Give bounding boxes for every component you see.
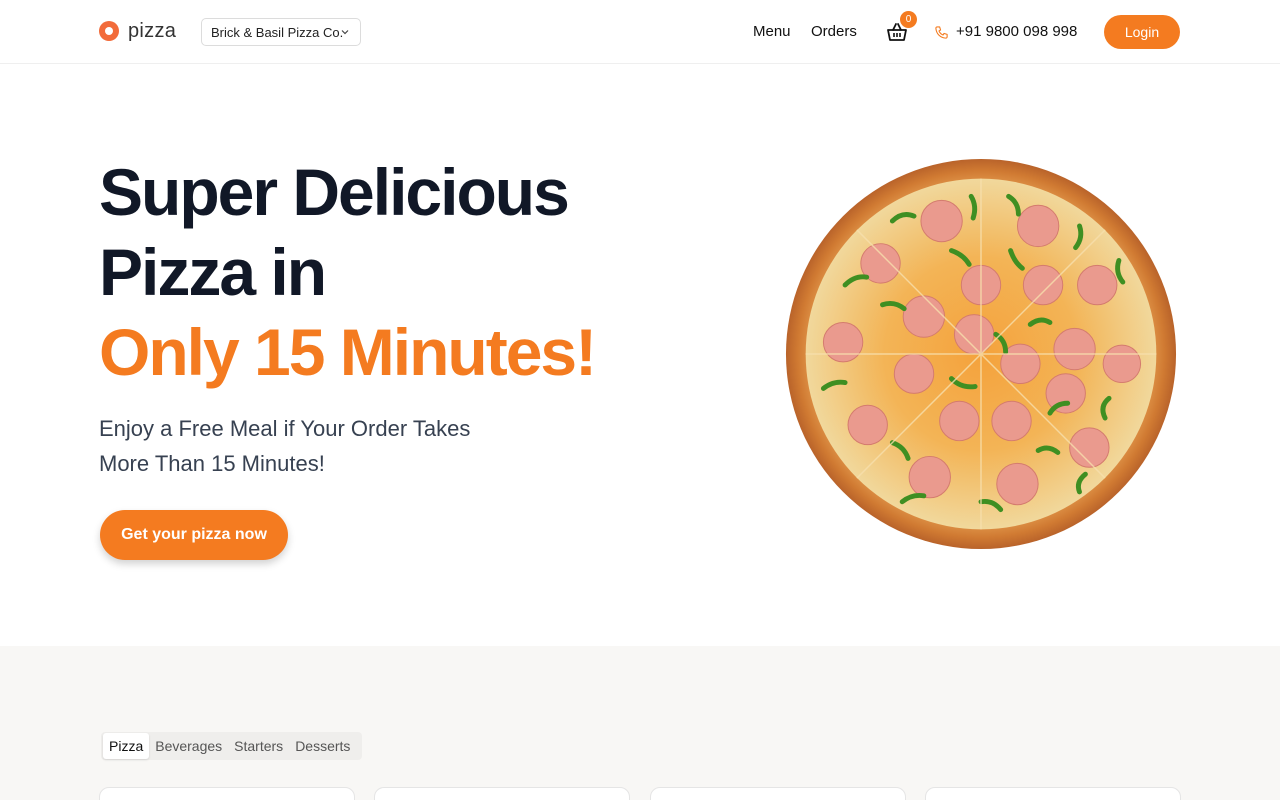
cart-count-badge: 0 xyxy=(900,11,917,28)
hero-subtitle-line-2: More Than 15 Minutes! xyxy=(99,451,325,476)
hero-subtitle: Enjoy a Free Meal if Your Order Takes Mo… xyxy=(99,411,479,481)
product-card[interactable] xyxy=(374,787,630,800)
product-card[interactable] xyxy=(925,787,1181,800)
tab-starters[interactable]: Starters xyxy=(228,733,289,759)
top-header: pizza Brick & Basil Pizza Co. Menu Order… xyxy=(0,0,1280,64)
menu-section xyxy=(0,646,1280,800)
hero-title-accent: Only 15 Minutes! xyxy=(99,315,597,389)
logo-dot-icon xyxy=(99,21,119,41)
login-button[interactable]: Login xyxy=(1104,15,1180,49)
phone-number: +91 9800 098 998 xyxy=(956,23,1078,40)
product-card[interactable] xyxy=(99,787,355,800)
tab-desserts[interactable]: Desserts xyxy=(289,733,356,759)
store-selector-value: Brick & Basil Pizza Co. xyxy=(211,24,344,40)
store-selector[interactable]: Brick & Basil Pizza Co. xyxy=(201,18,361,46)
phone-contact[interactable]: +91 9800 098 998 xyxy=(934,23,1077,41)
nav-menu-link[interactable]: Menu xyxy=(753,23,791,41)
category-tabs: Pizza Beverages Starters Desserts xyxy=(101,732,363,760)
tab-pizza[interactable]: Pizza xyxy=(103,733,150,759)
chevron-down-icon xyxy=(341,30,349,35)
phone-icon xyxy=(935,25,948,39)
hero-subtitle-line-1: Enjoy a Free Meal if Your Order Takes xyxy=(99,416,471,441)
tab-beverages[interactable]: Beverages xyxy=(149,733,228,759)
hero-title-line-2: Pizza in xyxy=(99,235,327,309)
hero-title: Super Delicious Pizza in Only 15 Minutes… xyxy=(99,152,597,392)
hero-title-line-1: Super Delicious xyxy=(99,155,570,229)
get-pizza-button[interactable]: Get your pizza now xyxy=(100,510,288,560)
pizza-image xyxy=(785,158,1177,550)
product-card[interactable] xyxy=(650,787,906,800)
brand-logo[interactable]: pizza xyxy=(99,21,176,41)
brand-name: pizza xyxy=(128,20,177,42)
nav-orders-link[interactable]: Orders xyxy=(811,23,857,41)
